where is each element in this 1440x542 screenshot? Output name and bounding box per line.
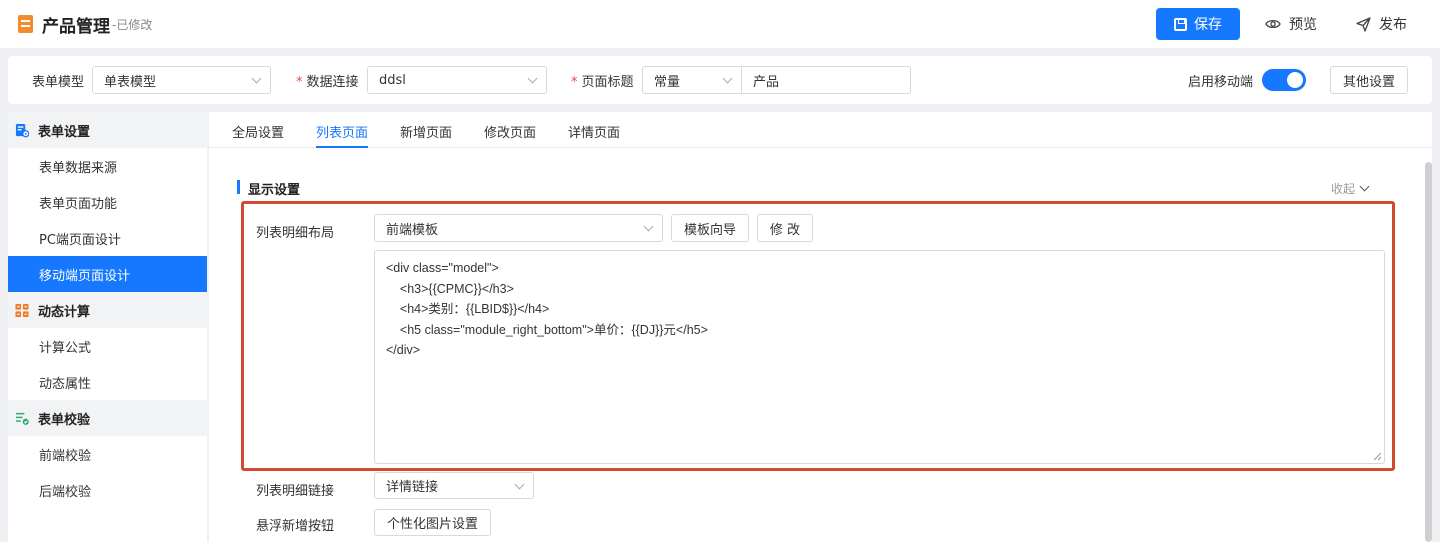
layout-select[interactable]: 前端模板 bbox=[374, 214, 663, 242]
form-model-select[interactable]: 单表模型 bbox=[92, 66, 271, 94]
publish-button[interactable]: 发布 bbox=[1356, 14, 1407, 34]
sidebar: 表单设置 表单数据来源 表单页面功能 PC端页面设计 移动端页面设计 动态计算 … bbox=[8, 112, 207, 542]
sidebar-item-pc-design[interactable]: PC端页面设计 bbox=[8, 220, 207, 256]
preview-label: 预览 bbox=[1289, 17, 1317, 33]
template-code-editor[interactable]: <div class="model"> <h3>{{CPMC}}</h3> <h… bbox=[374, 250, 1385, 464]
sidebar-item-page-functions[interactable]: 表单页面功能 bbox=[8, 184, 207, 220]
data-conn-select[interactable]: ddsl bbox=[367, 66, 547, 94]
modify-button[interactable]: 修 改 bbox=[757, 214, 813, 242]
mobile-toggle[interactable] bbox=[1262, 69, 1306, 91]
link-value: 详情链接 bbox=[386, 480, 439, 495]
sidebar-item-backend-validation[interactable]: 后端校验 bbox=[8, 472, 207, 508]
page-title-input[interactable]: 产品 bbox=[741, 66, 911, 94]
page-title: 产品管理 bbox=[42, 17, 110, 37]
form-model-value: 单表模型 bbox=[104, 74, 157, 90]
sidebar-item-formula[interactable]: 计算公式 bbox=[8, 328, 207, 364]
main-panel: 全局设置 列表页面 新增页面 修改页面 详情页面 显示设置 收起 列表明细布局 … bbox=[209, 112, 1432, 542]
section-title: 显示设置 bbox=[248, 183, 301, 198]
chevron-down-icon bbox=[251, 73, 262, 84]
sidebar-item-frontend-validation[interactable]: 前端校验 bbox=[8, 436, 207, 472]
sidebar-item-mobile-design[interactable]: 移动端页面设计 bbox=[8, 256, 207, 292]
tab-add-page[interactable]: 新增页面 bbox=[400, 122, 452, 141]
sidebar-group-dynamic-calc: 动态计算 bbox=[8, 292, 207, 328]
tab-global-settings[interactable]: 全局设置 bbox=[232, 122, 284, 141]
save-icon bbox=[1174, 17, 1187, 31]
section-accent-bar bbox=[237, 180, 240, 194]
checklist-icon bbox=[15, 412, 29, 425]
chevron-down-icon bbox=[514, 479, 525, 490]
tab-list-page[interactable]: 列表页面 bbox=[316, 122, 369, 148]
data-conn-value: ddsl bbox=[379, 72, 406, 88]
sidebar-group-validation: 表单校验 bbox=[8, 400, 207, 436]
resize-handle-icon[interactable] bbox=[1373, 452, 1382, 461]
modified-status: -已修改 bbox=[112, 18, 153, 32]
publish-label: 发布 bbox=[1379, 17, 1407, 33]
page-title-type-select[interactable]: 常量 bbox=[642, 66, 742, 94]
code-line: </div> bbox=[386, 343, 421, 357]
send-icon bbox=[1356, 16, 1371, 32]
layout-value: 前端模板 bbox=[386, 222, 439, 238]
app-header: 产品管理 -已修改 保存 预览 发布 bbox=[0, 0, 1440, 48]
tab-edit-page[interactable]: 修改页面 bbox=[484, 122, 536, 141]
layout-label: 列表明细布局 bbox=[256, 226, 335, 241]
chevron-down-icon bbox=[1359, 181, 1370, 192]
data-conn-label: * 数据连接 bbox=[296, 75, 359, 90]
page-title-label: * 页面标题 bbox=[571, 75, 634, 90]
link-label: 列表明细链接 bbox=[256, 484, 335, 499]
chevron-down-icon bbox=[643, 221, 654, 232]
save-label: 保存 bbox=[1194, 17, 1222, 33]
tab-detail-page[interactable]: 详情页面 bbox=[568, 122, 620, 141]
chevron-down-icon bbox=[722, 73, 733, 84]
code-line: <h4>类别：{{LBID$}}</h4> bbox=[386, 302, 550, 316]
save-button[interactable]: 保存 bbox=[1156, 8, 1240, 40]
other-settings-button[interactable]: 其他设置 bbox=[1330, 66, 1408, 94]
chevron-down-icon bbox=[527, 73, 538, 84]
custom-image-button[interactable]: 个性化图片设置 bbox=[374, 509, 491, 536]
grid-calc-icon bbox=[15, 303, 29, 317]
form-model-label: 表单模型 bbox=[32, 75, 85, 90]
eye-icon bbox=[1265, 19, 1281, 29]
collapse-toggle[interactable]: 收起 bbox=[1331, 180, 1370, 197]
sidebar-item-data-source[interactable]: 表单数据来源 bbox=[8, 148, 207, 184]
code-line: <div class="model"> bbox=[386, 261, 499, 275]
form-toolbar: 表单模型 单表模型 * 数据连接 ddsl * 页面标题 常量 产品 启用移动端 其… bbox=[8, 56, 1432, 104]
sidebar-item-dynamic-attr[interactable]: 动态属性 bbox=[8, 364, 207, 400]
form-settings-icon bbox=[15, 123, 29, 137]
link-select[interactable]: 详情链接 bbox=[374, 472, 534, 499]
page-title-type-value: 常量 bbox=[654, 74, 681, 90]
scrollbar-thumb[interactable] bbox=[1425, 162, 1432, 542]
page-title-input-value: 产品 bbox=[753, 74, 780, 90]
scrollbar[interactable] bbox=[1425, 162, 1432, 542]
code-line: <h3>{{CPMC}}</h3> bbox=[386, 281, 514, 296]
template-wizard-button[interactable]: 模板向导 bbox=[671, 214, 749, 242]
mobile-label: 启用移动端 bbox=[1188, 75, 1254, 90]
collapse-label: 收起 bbox=[1331, 182, 1356, 196]
float-button-label: 悬浮新增按钮 bbox=[256, 519, 335, 534]
document-icon bbox=[18, 15, 33, 33]
sidebar-group-form-settings: 表单设置 bbox=[8, 112, 207, 148]
code-line: <h5 class="module_right_bottom">单价：{{DJ}… bbox=[386, 322, 708, 337]
preview-button[interactable]: 预览 bbox=[1265, 14, 1317, 34]
page-tabs: 全局设置 列表页面 新增页面 修改页面 详情页面 bbox=[209, 112, 1432, 148]
